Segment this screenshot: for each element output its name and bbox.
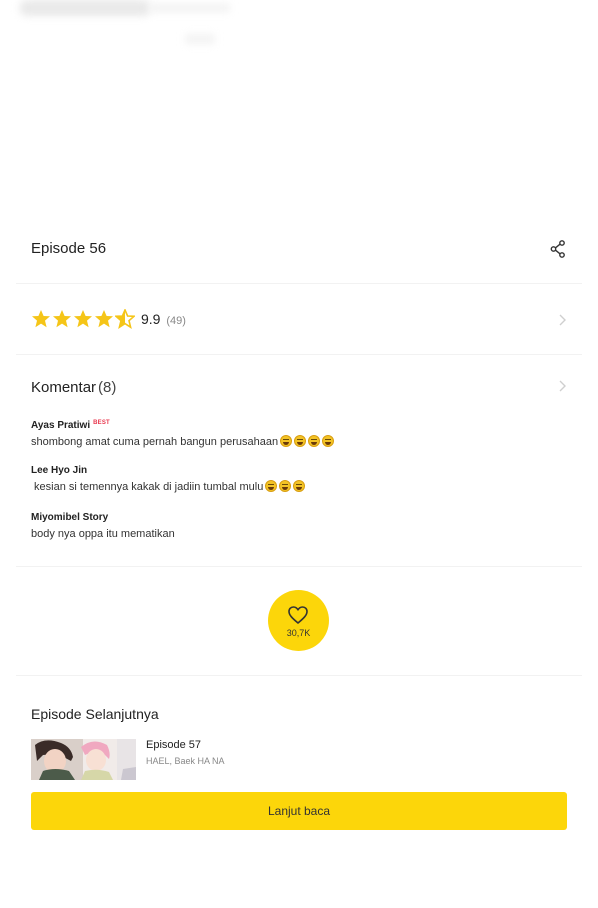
comment-text: shombong amat cuma pernah bangun perusah… [31,436,279,448]
comment-item: Lee Hyo Jin kesian si temennya kakak di … [31,464,567,494]
divider [16,283,582,284]
share-icon[interactable] [549,239,567,259]
divider [16,354,582,355]
continue-reading-button[interactable]: Lanjut baca [31,792,567,830]
comment-text: kesian si temennya kakak di jadiin tumba… [31,481,264,493]
rofl-emoji-icon [279,480,292,492]
like-button[interactable]: 30,7K [268,590,329,651]
laughing-emoji-icon [308,435,321,447]
comments-header[interactable]: Komentar (8) [31,379,567,401]
star-icon [95,310,113,328]
laughing-emoji-icon [322,435,335,447]
comment-item: Ayas Pratiwi BEST shombong amat cuma pern… [31,417,567,449]
next-episode-thumbnail [31,739,136,780]
star-icon [74,310,92,328]
chevron-right-icon [559,314,566,326]
comment-author: Lee Hyo Jin [31,465,88,476]
chevron-right-icon [559,380,566,392]
divider [16,675,582,676]
star-icon [53,310,71,328]
blurred-header [0,0,598,215]
rating-count: (49) [166,315,186,327]
divider [16,566,582,567]
episode-title: Episode 56 [31,240,107,257]
next-episode-card[interactable]: Episode 57 HAEL, Baek HA NA [31,739,567,781]
rating-score: 9.9 [141,311,161,327]
rofl-emoji-icon [265,480,278,492]
heart-icon [288,606,308,624]
next-episode-label: Episode 57 [146,739,202,751]
comment-text: body nya oppa itu mematikan [31,528,175,540]
rating-stars [31,309,135,331]
comment-item: Miyomibel Story body nya oppa itu memati… [31,511,567,541]
laughing-emoji-icon [294,435,307,447]
half-star-icon [115,309,135,329]
comments-count: (8) [98,379,117,396]
next-episode-title: Episode Selanjutnya [31,706,159,722]
next-episode-authors: HAEL, Baek HA NA [146,756,225,766]
star-icon [32,310,50,328]
rofl-emoji-icon [293,480,306,492]
rating-score-wrap: 9.9 (49) [141,311,186,327]
laughing-emoji-icon [280,435,293,447]
rating-row[interactable]: 9.9 (49) [31,309,567,331]
comment-author: Ayas Pratiwi [31,420,91,431]
episode-header: Episode 56 [31,239,567,261]
like-count: 30,7K [286,628,311,638]
best-badge: BEST [93,420,110,426]
comments-title: Komentar [31,379,97,396]
comment-author: Miyomibel Story [31,512,109,523]
